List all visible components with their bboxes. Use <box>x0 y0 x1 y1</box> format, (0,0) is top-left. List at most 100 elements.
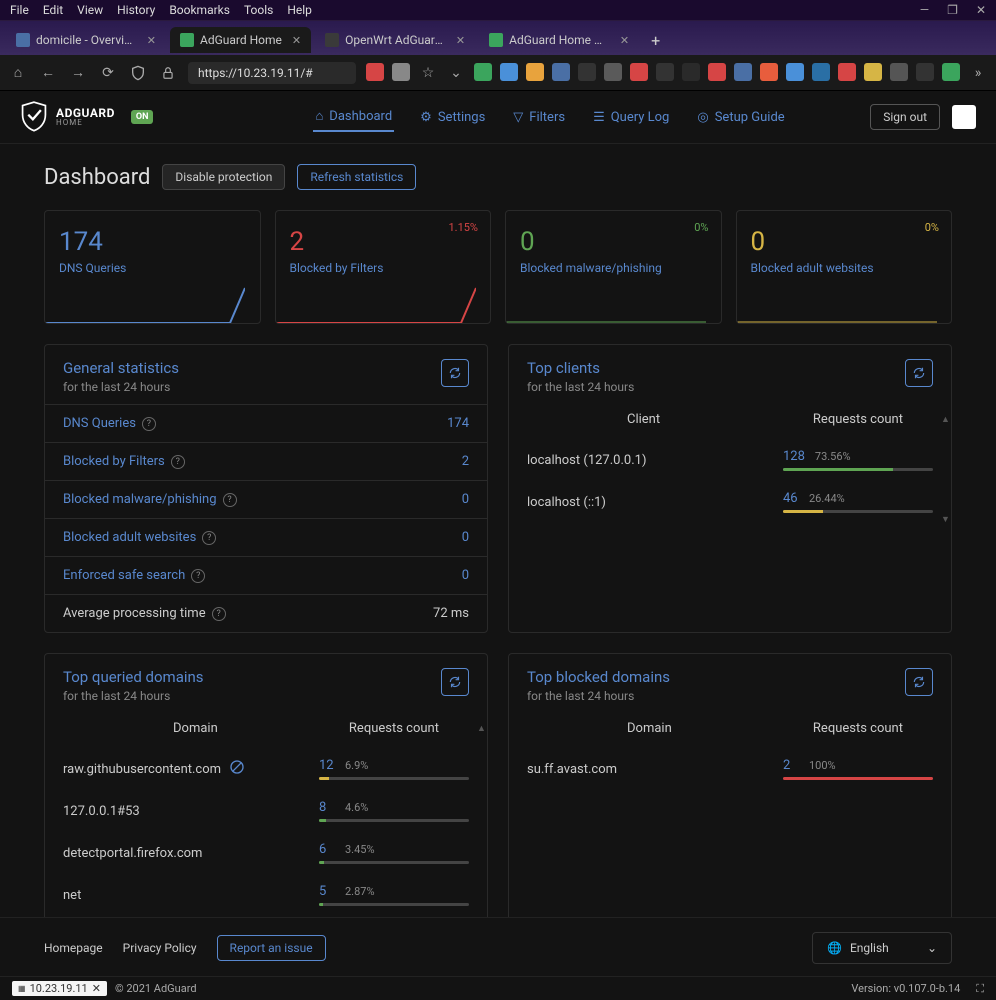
ext-icon[interactable] <box>656 63 674 81</box>
menu-tools[interactable]: Tools <box>244 3 273 17</box>
scrollbar[interactable]: ▲▼ <box>941 414 949 525</box>
browser-tab[interactable]: AdGuard Home Dark Theme | U ✕ <box>479 27 639 53</box>
nav-query-log[interactable]: ☰Query Log <box>591 102 671 132</box>
table-row: 127.0.0.1#53 84.6% <box>63 790 469 832</box>
window-close-icon[interactable]: ✕ <box>976 3 986 17</box>
close-tab-icon[interactable]: ✕ <box>620 34 629 47</box>
close-tab-icon[interactable]: ✕ <box>147 34 156 47</box>
back-icon[interactable]: ← <box>38 63 58 83</box>
row-name[interactable]: raw.githubusercontent.com <box>63 759 245 779</box>
ext-icon[interactable] <box>838 63 856 81</box>
ext-icon[interactable] <box>500 63 518 81</box>
ext-icon[interactable] <box>942 63 960 81</box>
ext-icon[interactable] <box>578 63 596 81</box>
row-name[interactable]: 127.0.0.1#53 <box>63 804 140 819</box>
stat-card[interactable]: 1.15% 2 Blocked by Filters <box>275 210 492 324</box>
star-icon[interactable]: ☆ <box>418 63 438 83</box>
ext-icon[interactable] <box>604 63 622 81</box>
row-name[interactable]: su.ff.avast.com <box>527 762 617 777</box>
ext-icon[interactable] <box>366 63 384 81</box>
row-name[interactable]: detectportal.firefox.com <box>63 846 202 861</box>
help-icon[interactable]: ? <box>223 493 237 507</box>
row-name[interactable]: net <box>63 888 81 903</box>
refresh-panel-button[interactable] <box>441 359 469 387</box>
nav-dashboard[interactable]: ⌂Dashboard <box>313 102 394 132</box>
ext-icon[interactable] <box>474 63 492 81</box>
more-icon[interactable]: » <box>968 63 988 83</box>
signout-button[interactable]: Sign out <box>870 104 940 130</box>
stat-card[interactable]: 174 DNS Queries <box>44 210 261 324</box>
menu-file[interactable]: File <box>10 3 29 17</box>
ext-icon[interactable] <box>734 63 752 81</box>
nav-settings[interactable]: ⚙Settings <box>418 102 487 132</box>
ext-icon[interactable] <box>630 63 648 81</box>
row-pct: 73.56% <box>815 450 851 463</box>
close-tab-icon[interactable]: ✕ <box>292 34 301 47</box>
nav-setup-guide[interactable]: ◎Setup Guide <box>695 102 786 132</box>
refresh-panel-button[interactable] <box>905 668 933 696</box>
ext-icon[interactable] <box>682 63 700 81</box>
lock-icon[interactable] <box>158 63 178 83</box>
stat-row-value: 0 <box>462 492 469 507</box>
ext-icon[interactable] <box>760 63 778 81</box>
browser-tab[interactable]: domicile - Overview - LuCI ✕ <box>6 27 166 53</box>
footer-homepage-link[interactable]: Homepage <box>44 941 103 955</box>
ext-icon[interactable] <box>786 63 804 81</box>
browser-tab[interactable]: AdGuard Home ✕ <box>170 27 311 53</box>
footer-privacy-link[interactable]: Privacy Policy <box>123 941 197 955</box>
stat-card[interactable]: 0% 0 Blocked adult websites <box>736 210 953 324</box>
refresh-panel-button[interactable] <box>905 359 933 387</box>
forward-icon[interactable]: → <box>68 63 88 83</box>
ext-icon[interactable] <box>890 63 908 81</box>
window-maximize-icon[interactable]: ❐ <box>947 3 958 17</box>
ext-icon[interactable] <box>812 63 830 81</box>
row-bar <box>319 861 469 864</box>
expand-icon[interactable]: ⛶ <box>976 982 984 996</box>
tray-icon[interactable] <box>952 105 976 129</box>
pocket-icon[interactable]: ⌄ <box>446 63 466 83</box>
help-icon[interactable]: ? <box>202 531 216 545</box>
logo[interactable]: ADGUARD HOME ON <box>20 101 153 133</box>
stat-row-label[interactable]: DNS Queries ? <box>63 416 156 431</box>
ext-icon[interactable] <box>392 63 410 81</box>
help-icon[interactable]: ? <box>191 569 205 583</box>
nav-filters[interactable]: ▽Filters <box>511 102 567 132</box>
refresh-panel-button[interactable] <box>441 668 469 696</box>
menu-view[interactable]: View <box>77 3 103 17</box>
reload-icon[interactable]: ⟳ <box>98 63 118 83</box>
stat-row-label[interactable]: Enforced safe search ? <box>63 568 205 583</box>
ext-icon[interactable] <box>708 63 726 81</box>
home-icon[interactable]: ⌂ <box>8 63 28 83</box>
row-name[interactable]: localhost (::1) <box>527 495 606 510</box>
ip-chip[interactable]: ▦ 10.23.19.11 ✕ <box>12 981 107 996</box>
blocked-icon[interactable] <box>229 759 245 779</box>
language-select[interactable]: 🌐English ⌄ <box>812 932 952 964</box>
row-name[interactable]: localhost (127.0.0.1) <box>527 453 646 468</box>
stat-row-label[interactable]: Blocked adult websites ? <box>63 530 216 545</box>
menu-history[interactable]: History <box>117 3 155 17</box>
ext-icon[interactable] <box>526 63 544 81</box>
url-field[interactable]: https://10.23.19.11/# <box>188 62 356 84</box>
close-chip-icon[interactable]: ✕ <box>92 982 101 995</box>
help-icon[interactable]: ? <box>142 417 156 431</box>
shield-icon[interactable] <box>128 63 148 83</box>
ext-icon[interactable] <box>916 63 934 81</box>
ext-icon[interactable] <box>864 63 882 81</box>
report-issue-button[interactable]: Report an issue <box>217 935 326 961</box>
refresh-statistics-button[interactable]: Refresh statistics <box>297 164 416 190</box>
close-tab-icon[interactable]: ✕ <box>456 34 465 47</box>
window-minimize-icon[interactable]: — <box>920 3 929 17</box>
browser-tab[interactable]: OpenWrt AdGuard Home 101 | ✕ <box>315 27 475 53</box>
menu-help[interactable]: Help <box>287 3 312 17</box>
new-tab-button[interactable]: + <box>643 27 668 54</box>
help-icon[interactable]: ? <box>171 455 185 469</box>
stat-row-label[interactable]: Blocked malware/phishing ? <box>63 492 237 507</box>
disable-protection-button[interactable]: Disable protection <box>162 164 285 190</box>
menu-edit[interactable]: Edit <box>43 3 63 17</box>
menu-bookmarks[interactable]: Bookmarks <box>169 3 230 17</box>
stat-label: Blocked by Filters <box>290 261 477 275</box>
help-icon[interactable]: ? <box>212 607 226 621</box>
stat-card[interactable]: 0% 0 Blocked malware/phishing <box>505 210 722 324</box>
stat-row-label[interactable]: Blocked by Filters ? <box>63 454 185 469</box>
ext-icon[interactable] <box>552 63 570 81</box>
